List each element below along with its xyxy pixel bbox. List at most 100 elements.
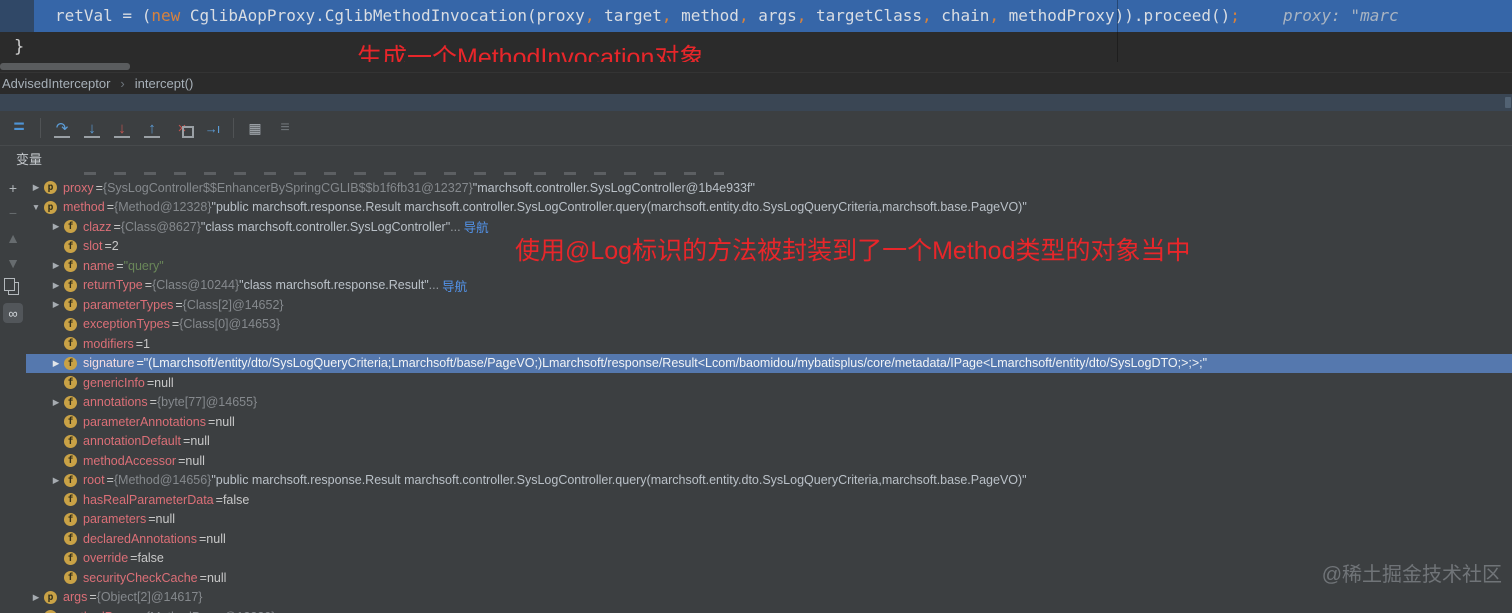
variable-name: annotationDefault [83,434,181,449]
value-part: = [199,570,207,585]
variable-row-parameterTypes[interactable]: ▶ f parameterTypes = {Class[2]@14652} [26,295,1512,315]
run-to-cursor-icon[interactable]: →ı [200,115,224,141]
code-token: , [661,6,682,25]
variable-row-hasRealParameterData[interactable]: f hasRealParameterData = false [26,490,1512,510]
breadcrumb-separator-icon: › [120,76,125,91]
value-part: null [215,414,235,429]
step-out-icon[interactable]: ↑ [140,115,164,141]
editor-execution-line[interactable]: retVal = (new CglibAopProxy.CglibMethodI… [0,0,1512,32]
step-over-icon[interactable]: ↷ [50,115,74,141]
value-part: {Method@14656} [113,473,212,488]
variable-row-annotations[interactable]: ▶ f annotations = {byte[77]@14655} [26,393,1512,413]
breadcrumb-class[interactable]: AdvisedInterceptor [0,76,112,91]
value-part: = [113,219,121,234]
trace-settings-icon[interactable]: ≡ [273,115,297,141]
value-part: "public marchsoft.response.Result marchs… [211,200,1027,215]
variable-row-parameters[interactable]: f parameters = null [26,510,1512,530]
variable-row-genericInfo[interactable]: f genericInfo = null [26,373,1512,393]
value-part: = [208,414,216,429]
value-part: = [175,297,183,312]
parameter-value-icon: p [44,200,57,214]
variable-row-modifiers[interactable]: f modifiers = 1 [26,334,1512,354]
field-value-icon: f [64,356,77,370]
expander-right-icon[interactable]: ▶ [28,182,44,193]
variables-tab-row: 变量 [0,146,1512,171]
variable-name: parameterAnnotations [83,414,206,429]
variable-name: override [83,551,129,566]
expander-right-icon[interactable]: ▶ [48,260,64,271]
value-part: {byte[77]@14655} [156,395,258,410]
expander-right-icon[interactable]: ▶ [48,358,64,369]
variable-row-signature[interactable]: ▶ f signature = "(Lmarchsoft/entity/dto/Sy… [26,353,1512,373]
value-part: ... [450,219,461,234]
add-watch-icon[interactable]: + [3,178,23,198]
tab-variables[interactable]: 变量 [16,149,42,168]
field-value-icon: f [64,415,77,429]
evaluate-expression-icon[interactable]: ▦ [243,115,267,141]
expander-right-icon[interactable]: ▶ [48,397,64,408]
value-part: = [130,551,138,566]
navigate-link[interactable]: 导航 [464,217,489,236]
variable-row-methodAccessor[interactable]: f methodAccessor = null [26,451,1512,471]
field-value-icon: f [64,376,77,390]
editor-line-2[interactable] [0,32,1512,62]
layout-menu-icon[interactable]: = [7,115,31,141]
duplicate-icon[interactable] [3,277,23,298]
evaluate-infinity-icon[interactable]: ∞ [3,303,23,323]
ide-debugger-window: retVal = (new CglibAopProxy.CglibMethodI… [0,0,1512,613]
code-token: , [738,6,759,25]
field-value-icon: f [64,473,77,487]
step-into-icon[interactable]: ↓ [80,115,104,141]
variable-row-clazz[interactable]: ▶ f clazz = {Class@8627} "class marchsoft.… [26,217,1512,237]
move-down-icon[interactable]: ▼ [3,253,23,273]
move-up-icon[interactable]: ▲ [3,228,23,248]
scrollbar-thumb[interactable] [0,63,130,70]
value-part: = [149,395,157,410]
expander-down-icon[interactable]: ▼ [28,202,44,212]
variable-row-name[interactable]: ▶ f name = "query" [26,256,1512,276]
value-part: null [206,570,227,585]
value-part: = [198,531,207,546]
watches-rail: + − ▲ ▼ ∞ [0,170,27,613]
remove-watch-icon[interactable]: − [3,203,23,223]
variable-row-override[interactable]: f override = false [26,549,1512,569]
variables-tree[interactable]: ▶ p proxy = {SysLogController$$EnhancerByS… [26,170,1512,613]
variable-row-args[interactable]: ▶ p args = {Object[2]@14617} [26,588,1512,608]
expander-right-icon[interactable]: ▶ [48,475,64,486]
toolbar-separator [233,118,234,138]
value-part: {Class[2]@14652} [182,297,284,312]
navigate-link[interactable]: 导航 [442,276,467,295]
expander-right-icon[interactable]: ▶ [48,221,64,232]
variable-row-parameterAnnotations[interactable]: f parameterAnnotations = null [26,412,1512,432]
code-token: ; [1230,6,1240,25]
breadcrumb-method[interactable]: intercept() [133,76,196,91]
value-part: {Object[2]@14617} [96,590,203,605]
value-part: = [135,336,144,351]
value-part: = [136,356,144,371]
variable-row-securityCheckCache[interactable]: f securityCheckCache = null [26,568,1512,588]
header-edge-icon[interactable] [1505,97,1511,108]
value-part: = [215,492,223,507]
editor-horizontal-scrollbar[interactable] [0,62,1512,72]
variable-row-annotationDefault[interactable]: f annotationDefault = null [26,432,1512,452]
variable-row-returnType[interactable]: ▶ f returnType = {Class@10244} "class marc… [26,276,1512,296]
code-token: CglibAopProxy.CglibMethodInvocation(prox… [180,6,585,25]
variable-row-root[interactable]: ▶ f root = {Method@14656} "public marchsof… [26,471,1512,491]
variable-row-proxy[interactable]: ▶ p proxy = {SysLogController$$EnhancerByS… [26,178,1512,198]
breadcrumb: AdvisedInterceptor › intercept() [0,72,1512,94]
expander-right-icon[interactable]: ▶ [48,280,64,291]
variable-row-method[interactable]: ▼ p method = {Method@12328} "public marchs… [26,198,1512,218]
expander-right-icon[interactable]: ▶ [28,592,44,603]
variable-name: root [83,473,105,488]
variable-row-methodProxy[interactable]: ▶pmethodProxy = {MethodProxy@12330} [26,607,1512,613]
force-step-into-icon[interactable]: ↓ [110,115,134,141]
variable-row-declaredAnnotations[interactable]: f declaredAnnotations = null [26,529,1512,549]
variable-name: slot [83,239,103,254]
variable-row-exceptionTypes[interactable]: f exceptionTypes = {Class[0]@14653} [26,315,1512,335]
variable-row-slot[interactable]: f slot = 2 [26,237,1512,257]
expander-right-icon[interactable]: ▶ [48,299,64,310]
value-part: "class marchsoft.response.Result" [239,278,429,293]
drop-frame-icon[interactable]: × [170,115,194,141]
value-part: = [95,180,103,195]
value-part: ... [428,278,440,293]
